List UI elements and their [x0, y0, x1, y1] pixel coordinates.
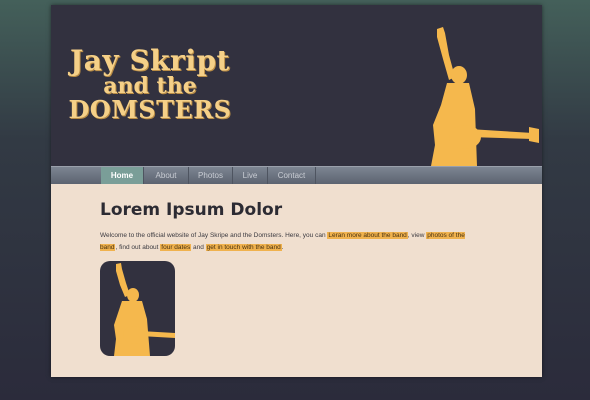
- guitarist-silhouette-icon: [431, 27, 539, 166]
- nav-contact[interactable]: Contact: [268, 167, 316, 184]
- contact-link[interactable]: get in touch with the band: [205, 244, 282, 251]
- intro-text: , find out about: [115, 244, 161, 251]
- intro-text: Welcome to the official website of Jay S…: [100, 232, 328, 239]
- page-title: Lorem Ipsum Dolor: [100, 200, 283, 220]
- header: Jay Skript and the DOMSTERS: [51, 5, 542, 166]
- nav-home[interactable]: Home: [101, 167, 144, 184]
- nav-photos[interactable]: Photos: [189, 167, 233, 184]
- intro-text: and: [191, 244, 206, 251]
- nav-live[interactable]: Live: [233, 167, 268, 184]
- logo-line-3: DOMSTERS: [68, 95, 232, 124]
- intro-text: .: [281, 244, 284, 251]
- intro-paragraph: Welcome to the official website of Jay S…: [100, 230, 480, 254]
- logo-line-1: Jay Skript: [70, 44, 230, 77]
- main-navigation: Home About Photos Live Contact: [51, 166, 542, 184]
- about-link[interactable]: Leran more about the band: [327, 232, 408, 239]
- band-logo[interactable]: Jay Skript and the DOMSTERS: [65, 47, 235, 122]
- nav-about[interactable]: About: [144, 167, 189, 184]
- intro-text: , view: [407, 232, 427, 239]
- logo-line-2: and the: [103, 73, 197, 99]
- band-thumbnail-image: [100, 261, 175, 356]
- main-content: Lorem Ipsum Dolor Welcome to the officia…: [100, 200, 480, 254]
- site-container: Jay Skript and the DOMSTERS Home About P…: [51, 5, 542, 377]
- tour-dates-link[interactable]: four dates: [160, 244, 192, 251]
